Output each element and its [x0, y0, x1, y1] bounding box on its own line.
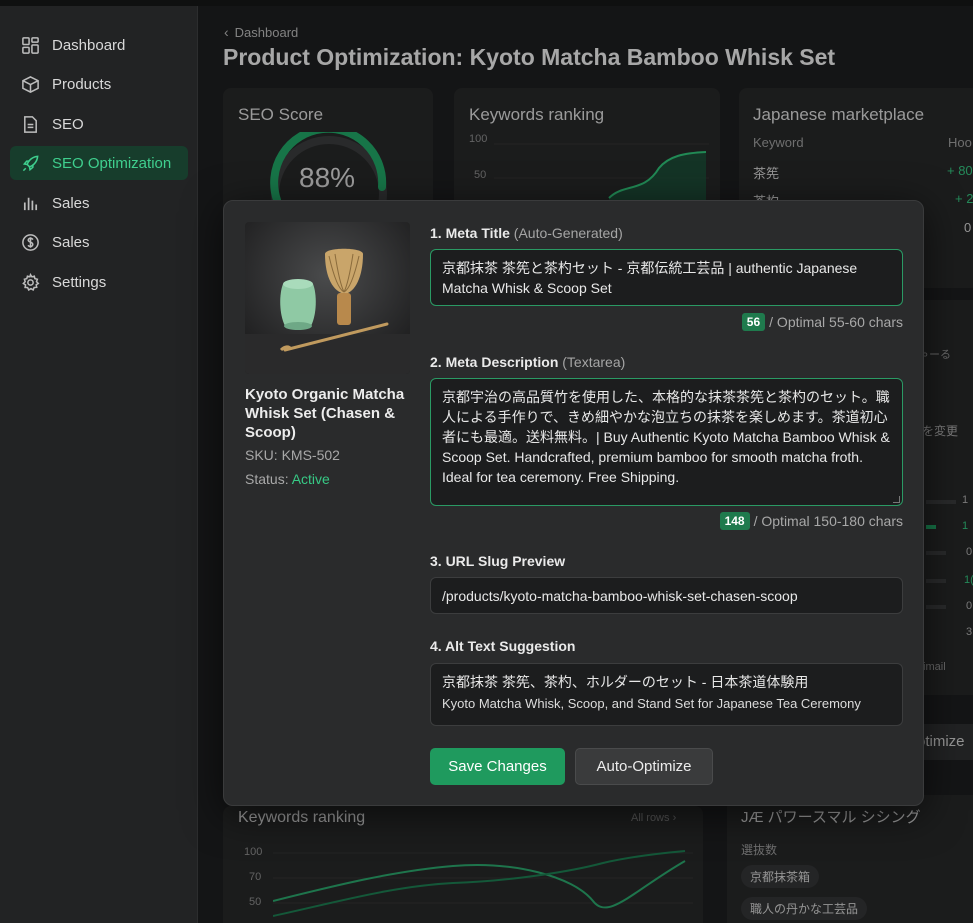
auto-optimize-button[interactable]: Auto-Optimize — [575, 748, 713, 785]
sidebar-item-label: Sales — [52, 233, 90, 251]
char-count-badge: 148 — [719, 512, 750, 530]
product-image — [245, 222, 410, 374]
product-status: Status: Active — [245, 471, 330, 487]
meta-description-textarea[interactable]: 京都宇治の高品質竹を使用した、本格的な抹茶茶筅と茶杓のセット。職人による手作りで… — [430, 378, 903, 506]
dollar-icon — [20, 232, 40, 252]
status-label: Status: — [245, 471, 292, 487]
meta-title-counter: 56 / Optimal 55-60 chars — [741, 313, 903, 331]
document-icon — [20, 114, 40, 134]
sidebar-item-products[interactable]: Products — [10, 67, 188, 101]
sidebar-item-label: Products — [52, 75, 112, 93]
meta-title-input[interactable]: 京都抹茶 茶筅と茶杓セット - 京都伝統工芸品 | authentic Japa… — [430, 249, 903, 306]
status-badge: Active — [291, 471, 330, 487]
sidebar-item-label: Dashboard — [52, 36, 126, 54]
url-slug-input[interactable]: /products/kyoto-matcha-bamboo-whisk-set-… — [430, 577, 903, 614]
sidebar: Dashboard Products SEO SEO Optimization … — [0, 6, 198, 923]
alt-text-label: 4. Alt Text Suggestion — [430, 638, 576, 654]
sidebar-item-label: SEO Optimization — [52, 154, 172, 172]
sidebar-item-seo[interactable]: SEO — [10, 107, 188, 141]
char-count-badge: 56 — [741, 313, 766, 331]
product-sku: SKU: KMS-502 — [245, 447, 340, 463]
meta-description-counter: 148 / Optimal 150-180 chars — [719, 512, 903, 530]
bar-chart-icon — [20, 193, 40, 213]
product-optimization-modal: Kyoto Organic Matcha Whisk Set (Chasen &… — [223, 200, 924, 806]
alt-text-input[interactable]: 京都抹茶 茶筅、茶杓、ホルダーのセット - 日本茶道体験用 Kyoto Matc… — [430, 663, 903, 726]
alt-text-en: Kyoto Matcha Whisk, Scoop, and Stand Set… — [442, 696, 861, 711]
dashboard-icon — [20, 35, 40, 55]
sidebar-item-sales-revenue[interactable]: Sales — [10, 225, 188, 259]
sidebar-item-sales-chart[interactable]: Sales — [10, 186, 188, 220]
sidebar-item-label: Settings — [52, 273, 107, 291]
resize-handle[interactable] — [893, 496, 900, 503]
alt-text-jp: 京都抹茶 茶筅、茶杓、ホルダーのセット - 日本茶道体験用 — [442, 674, 809, 690]
product-name: Kyoto Organic Matcha Whisk Set (Chasen &… — [245, 386, 405, 441]
rocket-icon — [20, 153, 40, 173]
sidebar-item-label: SEO — [52, 115, 84, 133]
box-icon — [20, 74, 40, 94]
url-slug-label: 3. URL Slug Preview — [430, 553, 566, 569]
sidebar-item-label: Sales — [52, 194, 90, 212]
save-changes-button[interactable]: Save Changes — [430, 748, 565, 785]
sidebar-item-settings[interactable]: Settings — [10, 265, 188, 299]
meta-description-label: 2. Meta Description (Textarea) — [430, 354, 626, 370]
sidebar-item-dashboard[interactable]: Dashboard — [10, 28, 188, 62]
gear-icon — [20, 272, 40, 292]
sidebar-item-seo-optimization[interactable]: SEO Optimization — [10, 146, 188, 180]
meta-title-label: 1. Meta Title (Auto-Generated) — [430, 225, 623, 241]
